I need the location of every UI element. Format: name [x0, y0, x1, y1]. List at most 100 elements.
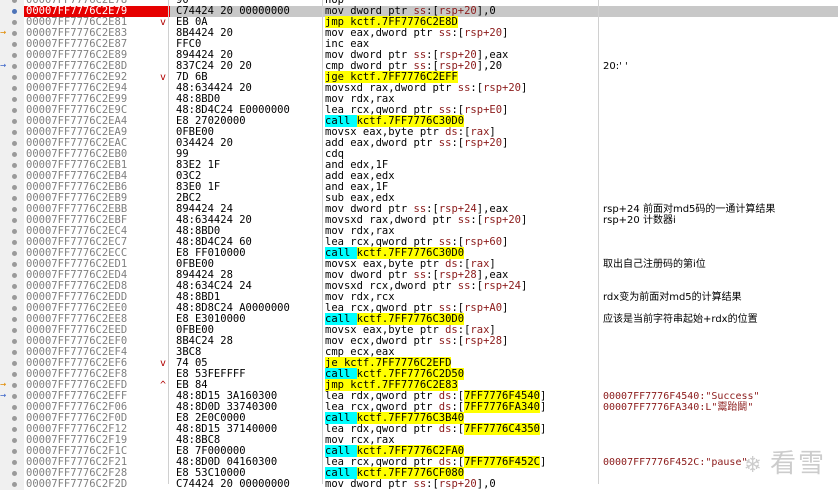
breakpoint-dot-icon[interactable]	[12, 240, 17, 245]
breakpoint-gutter[interactable]	[0, 259, 24, 270]
breakpoint-dot-icon[interactable]	[12, 471, 17, 476]
breakpoint-gutter[interactable]: →	[0, 27, 24, 39]
breakpoint-gutter[interactable]	[0, 72, 24, 83]
breakpoint-gutter[interactable]	[0, 138, 24, 149]
breakpoint-gutter[interactable]	[0, 336, 24, 347]
breakpoint-dot-icon[interactable]	[12, 284, 17, 289]
comment-cell[interactable]: rdx变为前面对md5的计算结果	[603, 292, 742, 303]
breakpoint-dot-icon[interactable]	[12, 9, 17, 14]
breakpoint-dot-icon[interactable]	[12, 196, 17, 201]
breakpoint-dot-icon[interactable]	[12, 97, 17, 102]
breakpoint-gutter[interactable]	[0, 424, 24, 435]
breakpoint-gutter[interactable]	[0, 215, 24, 226]
breakpoint-dot-icon[interactable]	[12, 53, 17, 58]
breakpoint-gutter[interactable]	[0, 303, 24, 314]
breakpoint-gutter[interactable]: →	[0, 390, 24, 402]
breakpoint-gutter[interactable]	[0, 413, 24, 424]
breakpoint-gutter[interactable]	[0, 83, 24, 94]
address-cell[interactable]: 00007FF7776C2F2D	[24, 479, 170, 490]
breakpoint-dot-icon[interactable]	[12, 427, 17, 432]
breakpoint-gutter[interactable]	[0, 446, 24, 457]
breakpoint-gutter[interactable]	[0, 171, 24, 182]
breakpoint-dot-icon[interactable]	[12, 262, 17, 267]
breakpoint-dot-icon[interactable]	[12, 295, 17, 300]
breakpoint-dot-icon[interactable]	[12, 20, 17, 25]
comment-cell[interactable]: 20:' '	[603, 61, 628, 72]
breakpoint-gutter[interactable]	[0, 457, 24, 468]
breakpoint-gutter[interactable]	[0, 468, 24, 479]
breakpoint-dot-icon[interactable]	[12, 251, 17, 256]
breakpoint-dot-icon[interactable]	[12, 317, 17, 322]
breakpoint-dot-icon[interactable]	[12, 460, 17, 465]
comment-cell[interactable]: 取出自己注册码的第i位	[603, 259, 706, 270]
disasm-row[interactable]: 00007FF7776C2F2D C74424 20 00000000 mov dw…	[0, 479, 838, 490]
breakpoint-dot-icon[interactable]	[12, 383, 17, 388]
breakpoint-gutter[interactable]	[0, 270, 24, 281]
comment-cell[interactable]: rsp+20 计数器i	[603, 215, 676, 226]
breakpoint-gutter[interactable]	[0, 347, 24, 358]
breakpoint-dot-icon[interactable]	[12, 273, 17, 278]
breakpoint-gutter[interactable]	[0, 402, 24, 413]
breakpoint-gutter[interactable]	[0, 149, 24, 160]
breakpoint-gutter[interactable]	[0, 160, 24, 171]
breakpoint-dot-icon[interactable]	[12, 339, 17, 344]
breakpoint-gutter[interactable]	[0, 325, 24, 336]
breakpoint-gutter[interactable]	[0, 127, 24, 138]
breakpoint-gutter[interactable]	[0, 226, 24, 237]
breakpoint-dot-icon[interactable]	[12, 416, 17, 421]
breakpoint-dot-icon[interactable]	[12, 86, 17, 91]
breakpoint-dot-icon[interactable]	[12, 163, 17, 168]
breakpoint-dot-icon[interactable]	[12, 438, 17, 443]
breakpoint-gutter[interactable]	[0, 6, 24, 17]
breakpoint-dot-icon[interactable]	[12, 361, 17, 366]
breakpoint-gutter[interactable]	[0, 39, 24, 50]
breakpoint-dot-icon[interactable]	[12, 108, 17, 113]
breakpoint-dot-icon[interactable]	[12, 152, 17, 157]
breakpoint-gutter[interactable]	[0, 314, 24, 325]
comment-cell[interactable]: 00007FF7776F4540:"Success"	[603, 391, 760, 402]
breakpoint-dot-icon[interactable]	[12, 207, 17, 212]
breakpoint-gutter[interactable]	[0, 292, 24, 303]
breakpoint-dot-icon[interactable]	[12, 119, 17, 124]
breakpoint-dot-icon[interactable]	[12, 218, 17, 223]
comment-cell[interactable]: 应该是当前字符串起始+rdx的位置	[603, 314, 758, 325]
breakpoint-gutter[interactable]: →	[0, 60, 24, 72]
breakpoint-dot-icon[interactable]	[12, 405, 17, 410]
breakpoint-gutter[interactable]	[0, 105, 24, 116]
breakpoint-gutter[interactable]	[0, 182, 24, 193]
breakpoint-dot-icon[interactable]	[12, 64, 17, 69]
breakpoint-dot-icon[interactable]	[12, 141, 17, 146]
breakpoint-dot-icon[interactable]	[12, 306, 17, 311]
breakpoint-gutter[interactable]	[0, 237, 24, 248]
breakpoint-gutter[interactable]	[0, 281, 24, 292]
breakpoint-gutter[interactable]	[0, 193, 24, 204]
breakpoint-gutter[interactable]	[0, 479, 24, 490]
comment-cell[interactable]: 00007FF7776F452C:"pause"	[603, 457, 748, 468]
breakpoint-dot-icon[interactable]	[12, 328, 17, 333]
breakpoint-dot-icon[interactable]	[12, 350, 17, 355]
disassembly-cell[interactable]: add eax,dword ptr ss:[rsp+20]	[325, 138, 508, 149]
breakpoint-dot-icon[interactable]	[12, 449, 17, 454]
breakpoint-dot-icon[interactable]	[12, 75, 17, 80]
breakpoint-gutter[interactable]	[0, 204, 24, 215]
breakpoint-dot-icon[interactable]	[12, 42, 17, 47]
breakpoint-gutter[interactable]	[0, 248, 24, 259]
breakpoint-dot-icon[interactable]	[12, 185, 17, 190]
comment-cell[interactable]: rsp+24 前面对md5码的一通计算结果	[603, 204, 775, 215]
breakpoint-dot-icon[interactable]	[12, 31, 17, 36]
breakpoint-dot-icon[interactable]	[12, 0, 17, 3]
disassembly-view[interactable]: 00007FF7776C2E78 90 nop 00007FF7776C2E79 C74…	[0, 0, 838, 490]
bytes-cell[interactable]: C74424 20 00000000	[176, 479, 290, 490]
breakpoint-dot-icon[interactable]	[12, 372, 17, 377]
disassembly-cell[interactable]: mov dword ptr ss:[rsp+20],0	[325, 479, 496, 490]
breakpoint-gutter[interactable]	[0, 358, 24, 369]
comment-cell[interactable]: 00007FF7776FA340:L"鬻跆鬭"	[603, 402, 753, 413]
breakpoint-gutter[interactable]	[0, 116, 24, 127]
breakpoint-gutter[interactable]	[0, 435, 24, 446]
breakpoint-gutter[interactable]	[0, 94, 24, 105]
breakpoint-dot-icon[interactable]	[12, 174, 17, 179]
breakpoint-dot-icon[interactable]	[12, 482, 17, 487]
breakpoint-dot-icon[interactable]	[12, 229, 17, 234]
breakpoint-dot-icon[interactable]	[12, 130, 17, 135]
breakpoint-dot-icon[interactable]	[12, 394, 17, 399]
